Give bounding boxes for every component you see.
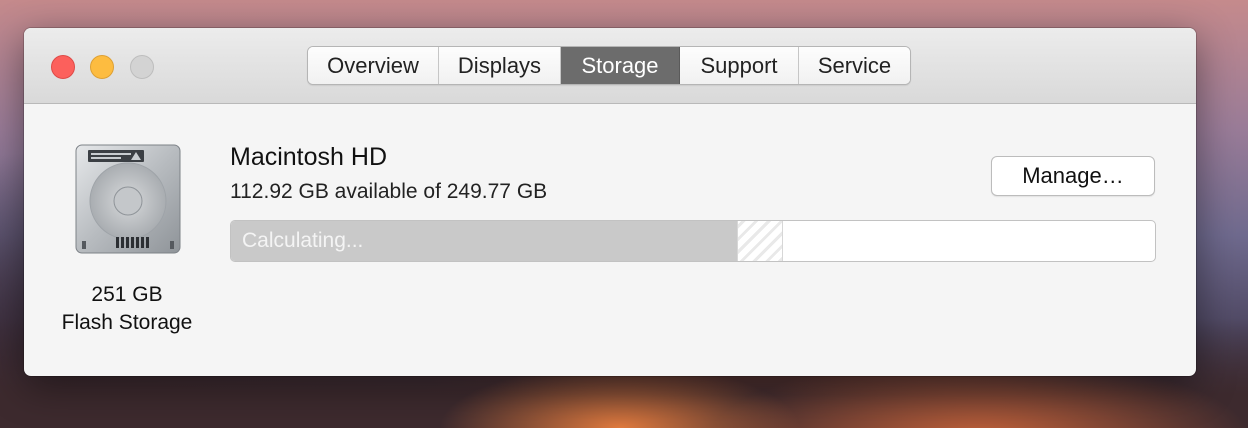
tab-service[interactable]: Service	[799, 47, 910, 84]
volume-name: Macintosh HD	[230, 143, 387, 171]
disk-capacity: 251 GB	[91, 283, 163, 306]
zoom-button[interactable]	[130, 55, 154, 79]
titlebar: Overview Displays Storage Support Servic…	[24, 28, 1196, 104]
tab-storage[interactable]: Storage	[561, 47, 680, 84]
hard-drive-icon	[75, 144, 181, 254]
about-this-mac-window: Overview Displays Storage Support Servic…	[24, 28, 1196, 376]
manage-button[interactable]: Manage…	[991, 156, 1155, 196]
tab-displays[interactable]: Displays	[439, 47, 561, 84]
close-button[interactable]	[51, 55, 75, 79]
storage-panel: 251 GB Flash Storage Macintosh HD 112.92…	[24, 105, 1196, 376]
calculating-segment	[737, 221, 783, 261]
volume-availability: 112.92 GB available of 249.77 GB	[230, 180, 548, 203]
usage-status-text: Calculating...	[242, 229, 364, 252]
tab-support[interactable]: Support	[680, 47, 799, 84]
minimize-button[interactable]	[90, 55, 114, 79]
tab-overview[interactable]: Overview	[308, 47, 439, 84]
tab-bar: Overview Displays Storage Support Servic…	[307, 46, 911, 85]
disk-type: Flash Storage	[61, 311, 193, 334]
storage-usage-bar: Calculating...	[230, 220, 1156, 262]
